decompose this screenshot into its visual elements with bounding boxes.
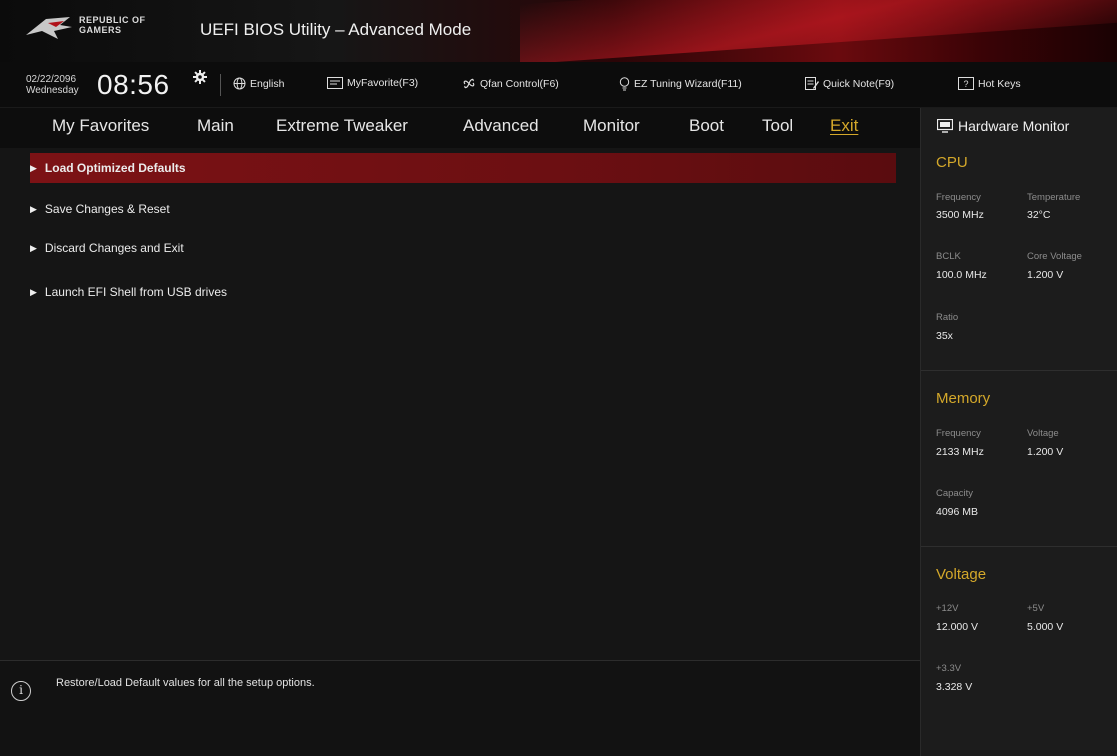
- rog-logo: REPUBLIC OF GAMERS: [22, 10, 182, 54]
- menu-item-label: Discard Changes and Exit: [44, 241, 184, 255]
- qfan-control-button[interactable]: Qfan Control(F6): [462, 77, 559, 90]
- core-voltage-label: Core Voltage: [1027, 251, 1082, 262]
- ez-tuning-label: EZ Tuning Wizard(F11): [634, 78, 742, 90]
- core-voltage-value: 1.200 V: [1027, 269, 1064, 281]
- language-label: English: [250, 77, 285, 90]
- favorite-icon: [327, 77, 343, 89]
- section-divider: [921, 546, 1117, 547]
- svg-text:?: ?: [963, 79, 968, 89]
- gear-icon[interactable]: [193, 70, 207, 84]
- monitor-icon: [937, 119, 953, 133]
- tab-boot[interactable]: Boot: [689, 116, 724, 136]
- toolbar-divider: [220, 74, 221, 96]
- cpu-frequency-value: 3500 MHz: [936, 209, 984, 221]
- hardware-monitor-title: Hardware Monitor: [937, 118, 1069, 134]
- memory-heading: Memory: [936, 390, 991, 407]
- menu-item-label: Load Optimized Defaults: [44, 161, 186, 175]
- chevron-right-icon: ▶: [30, 203, 37, 214]
- v5-label: +5V: [1027, 603, 1045, 614]
- chevron-right-icon: ▶: [30, 242, 37, 253]
- myfavorite-label: MyFavorite(F3): [347, 77, 419, 89]
- menu-item-launch-efi-shell[interactable]: ▶ Launch EFI Shell from USB drives: [30, 277, 896, 307]
- v12-label: +12V: [936, 603, 959, 614]
- memory-frequency-label: Frequency: [936, 428, 981, 439]
- rog-logo-text: REPUBLIC OF GAMERS: [79, 15, 146, 35]
- header-decoration: [520, 0, 1117, 62]
- app-title: UEFI BIOS Utility – Advanced Mode: [200, 20, 472, 39]
- hot-keys-button[interactable]: ? Hot Keys: [958, 77, 1021, 90]
- chevron-right-icon: ▶: [30, 162, 37, 173]
- menu-item-label: Save Changes & Reset: [44, 202, 170, 216]
- date-display: 02/22/2096 Wednesday: [26, 74, 79, 96]
- globe-icon: [233, 77, 246, 90]
- info-icon: i: [11, 681, 31, 701]
- v5-value: 5.000 V: [1027, 621, 1064, 633]
- note-icon: [805, 77, 819, 90]
- tab-extreme-tweaker[interactable]: Extreme Tweaker: [276, 116, 408, 136]
- chevron-right-icon: ▶: [30, 286, 37, 297]
- tab-my-favorites[interactable]: My Favorites: [52, 116, 149, 136]
- toolbar: 02/22/2096 Wednesday 08:56 English MyFav…: [0, 62, 1117, 108]
- cpu-temperature-label: Temperature: [1027, 192, 1081, 203]
- ratio-value: 35x: [936, 330, 953, 342]
- title-bar: REPUBLIC OF GAMERS UEFI BIOS Utility – A…: [0, 0, 1117, 62]
- section-divider: [921, 370, 1117, 371]
- menu-item-save-changes-reset[interactable]: ▶ Save Changes & Reset: [30, 194, 896, 224]
- hotkeys-icon: ?: [958, 77, 974, 90]
- rog-eye-icon: [26, 17, 72, 39]
- tab-exit[interactable]: Exit: [830, 116, 858, 136]
- memory-voltage-value: 1.200 V: [1027, 446, 1064, 458]
- v33-label: +3.3V: [936, 663, 962, 674]
- help-bar: i Restore/Load Default values for all th…: [0, 660, 920, 756]
- date: 02/22/2096: [26, 74, 77, 85]
- hot-keys-label: Hot Keys: [978, 77, 1021, 90]
- menu-item-load-optimized-defaults[interactable]: ▶ Load Optimized Defaults: [30, 153, 896, 183]
- help-text: Restore/Load Default values for all the …: [56, 677, 315, 689]
- tab-monitor[interactable]: Monitor: [583, 116, 640, 136]
- bclk-value: 100.0 MHz: [936, 269, 987, 281]
- capacity-value: 4096 MB: [936, 506, 979, 518]
- time-display: 08:56: [97, 69, 170, 100]
- v12-value: 12.000 V: [936, 621, 979, 633]
- quick-note-button[interactable]: Quick Note(F9): [805, 77, 894, 90]
- bulb-icon: [619, 77, 630, 91]
- ratio-label: Ratio: [936, 312, 959, 323]
- bclk-label: BCLK: [936, 251, 961, 262]
- menu-item-discard-changes-exit[interactable]: ▶ Discard Changes and Exit: [30, 233, 896, 263]
- main-tabs: My Favorites Main Extreme Tweaker Advanc…: [0, 108, 920, 148]
- tab-advanced[interactable]: Advanced: [463, 116, 539, 136]
- cpu-heading: CPU: [936, 154, 968, 171]
- weekday: Wednesday: [26, 85, 79, 96]
- language-button[interactable]: English: [233, 77, 284, 90]
- cpu-temperature-value: 32°C: [1027, 209, 1051, 221]
- memory-frequency-value: 2133 MHz: [936, 446, 984, 458]
- myfavorite-button[interactable]: MyFavorite(F3): [327, 77, 418, 89]
- v33-value: 3.328 V: [936, 681, 973, 693]
- menu-item-label: Launch EFI Shell from USB drives: [44, 285, 227, 299]
- hardware-monitor-panel: Hardware Monitor CPU Frequency 3500 MHz …: [920, 108, 1117, 756]
- qfan-label: Qfan Control(F6): [480, 77, 559, 90]
- tab-tool[interactable]: Tool: [762, 116, 793, 136]
- quick-note-label: Quick Note(F9): [823, 77, 895, 90]
- cpu-frequency-label: Frequency: [936, 192, 981, 203]
- capacity-label: Capacity: [936, 488, 973, 499]
- tab-main[interactable]: Main: [197, 116, 234, 136]
- exit-menu-panel: ▶ Load Optimized Defaults ▶ Save Changes…: [0, 148, 920, 660]
- memory-voltage-label: Voltage: [1027, 428, 1059, 439]
- ez-tuning-wizard-button[interactable]: EZ Tuning Wizard(F11): [619, 77, 742, 91]
- fan-icon: [463, 78, 475, 89]
- voltage-heading: Voltage: [936, 566, 987, 583]
